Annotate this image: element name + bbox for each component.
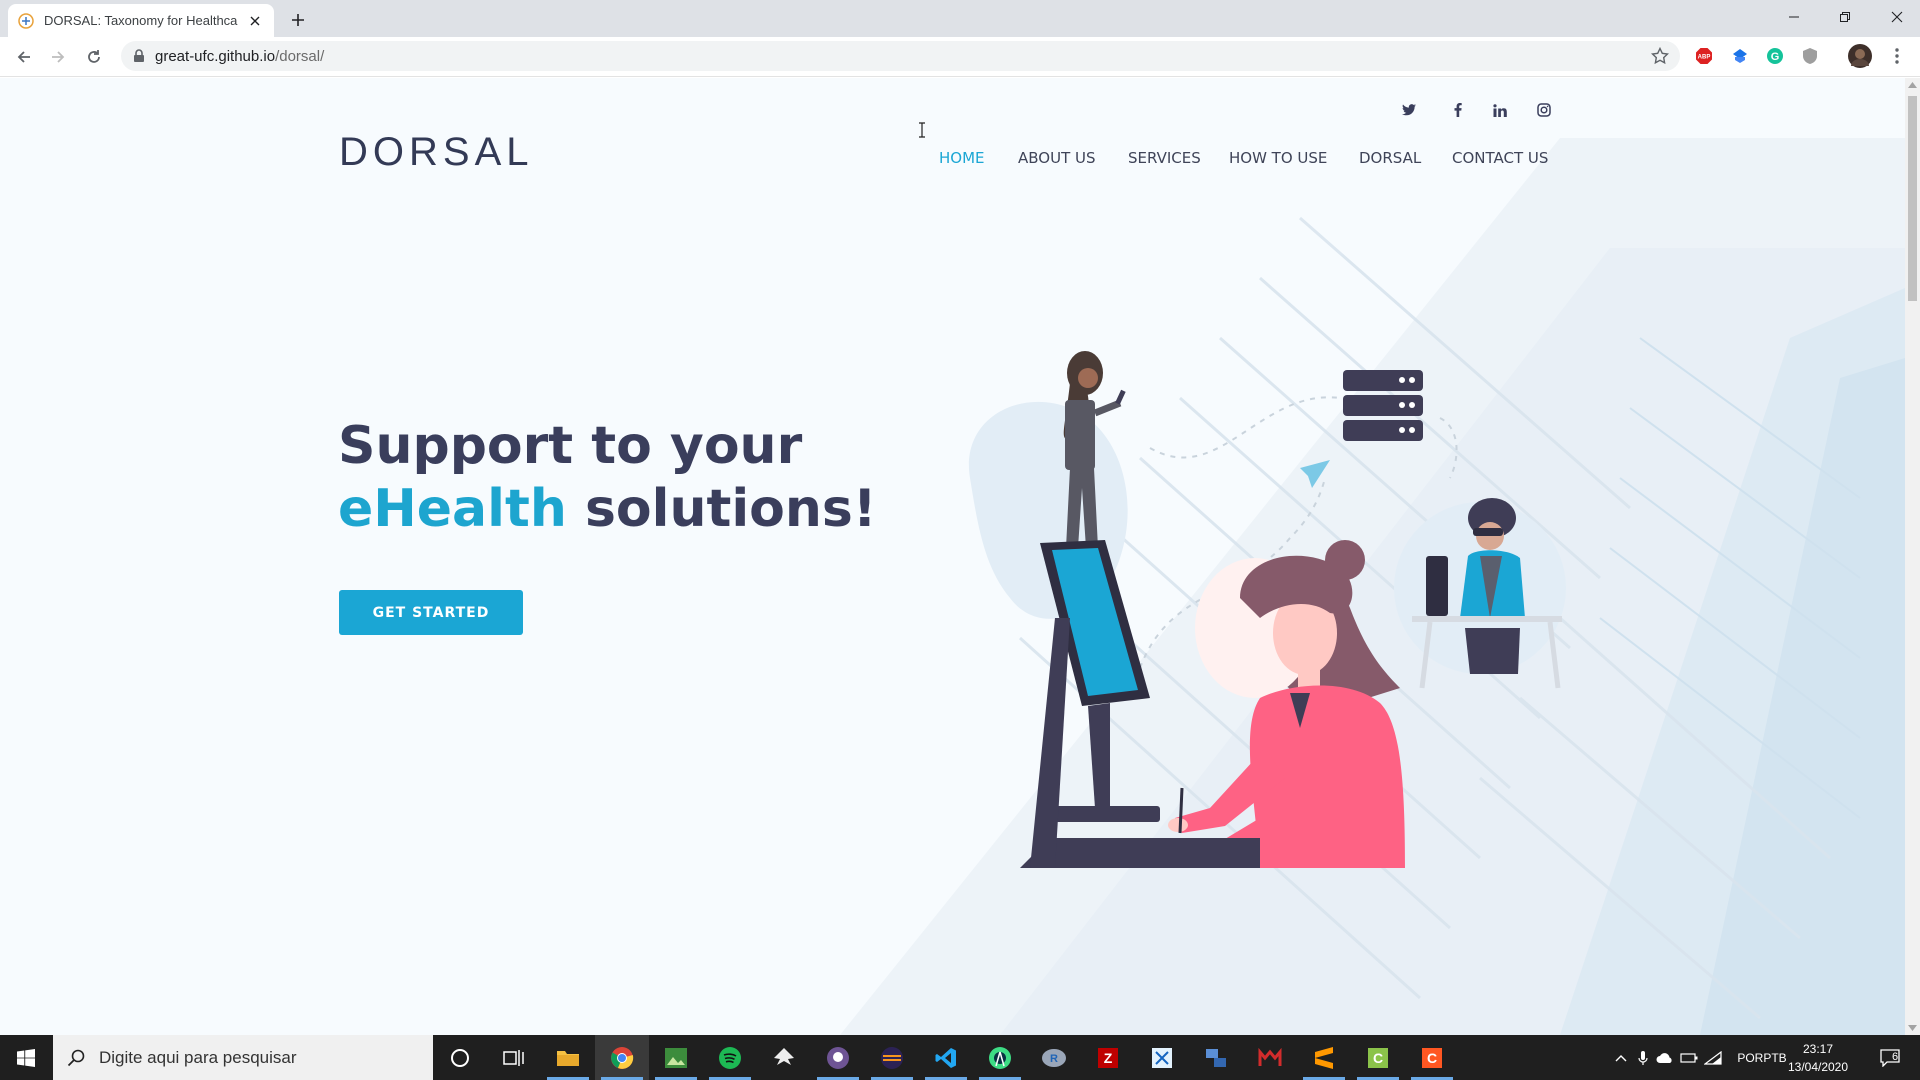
hero-accent-text: eHealth [338,479,567,539]
camtasia-orange-icon[interactable]: C [1405,1035,1459,1080]
file-explorer-icon[interactable] [541,1035,595,1080]
grammarly-icon[interactable]: G [1765,46,1785,66]
inkscape-icon[interactable] [757,1035,811,1080]
input-language-indicator[interactable]: POR PTB [1737,1035,1786,1080]
restore-button[interactable] [1822,0,1868,34]
svg-text:G: G [1771,51,1780,63]
facebook-icon[interactable] [1448,100,1468,120]
snipping-tool-icon[interactable] [1135,1035,1189,1080]
minimize-button[interactable] [1771,0,1817,34]
network-tool-icon[interactable] [1189,1035,1243,1080]
cortana-icon[interactable] [433,1035,487,1080]
nav-how-to-use[interactable]: HOW TO USE [1229,149,1327,167]
building-background-image [840,138,1905,1035]
start-button[interactable] [0,1035,52,1080]
svg-text:R: R [1050,1053,1058,1065]
shield-extension-icon[interactable] [1800,46,1820,66]
web-page: DORSAL HOME ABOUT US SERVICES HOW TO USE… [0,78,1905,1035]
notification-count: 6 [1892,1051,1899,1063]
hero-heading-rest: solutions! [566,479,877,539]
bookmark-star-icon[interactable] [1650,46,1670,66]
chrome-icon[interactable] [595,1035,649,1080]
nav-dorsal[interactable]: DORSAL [1359,149,1421,167]
tray-expand-icon[interactable] [1610,1035,1632,1080]
extension-blue-icon[interactable] [1730,46,1750,66]
browser-tab[interactable]: DORSAL: Taxonomy for Healthca [8,4,274,37]
github-desktop-icon[interactable] [811,1035,865,1080]
clock-date: 13/04/2020 [1787,1059,1849,1074]
microphone-icon[interactable] [1634,1035,1652,1080]
task-view-icon[interactable] [487,1035,541,1080]
lock-icon [133,49,145,63]
close-tab-icon[interactable] [246,12,264,30]
address-bar[interactable]: great-ufc.github.io/dorsal/ [121,41,1680,71]
search-placeholder: Digite aqui para pesquisar [99,1047,297,1067]
scroll-down-icon[interactable] [1908,1025,1917,1031]
search-icon [67,1049,85,1066]
photo-editor-icon[interactable] [649,1035,703,1080]
notification-center-icon[interactable]: 6 [1870,1035,1910,1080]
site-favicon-icon [18,12,34,29]
hero-heading-line1: Support to your [338,416,803,476]
spotify-icon[interactable] [703,1035,757,1080]
r-studio-icon[interactable]: R [1027,1035,1081,1080]
filezilla-icon[interactable]: Z [1081,1035,1135,1080]
svg-text:Z: Z [1104,1050,1113,1066]
close-window-button[interactable] [1874,0,1920,34]
svg-text:C: C [1427,1050,1437,1066]
page-scrollbar[interactable] [1905,78,1920,1035]
url-path: /dorsal/ [275,47,325,65]
back-button[interactable] [12,45,36,69]
nav-home[interactable]: HOME [939,149,985,167]
get-started-button[interactable]: GET STARTED [339,590,523,635]
clock[interactable]: 23:17 13/04/2020 [1782,1035,1854,1080]
browser-menu-icon[interactable] [1887,46,1907,66]
linkedin-icon[interactable] [1490,100,1510,120]
reload-button[interactable] [82,45,106,69]
text-cursor-icon [919,122,925,138]
nav-about-us[interactable]: ABOUT US [1018,149,1096,167]
mendeley-icon[interactable] [1243,1035,1297,1080]
svg-text:ABP: ABP [1698,55,1711,61]
scroll-thumb[interactable] [1908,96,1917,301]
adblock-icon[interactable]: ABP [1694,46,1714,66]
battery-icon[interactable] [1678,1035,1700,1080]
nav-contact-us[interactable]: CONTACT US [1452,149,1548,167]
tab-title: DORSAL: Taxonomy for Healthca [44,13,238,28]
android-studio-icon[interactable] [973,1035,1027,1080]
twitter-icon[interactable] [1399,100,1419,120]
nav-services[interactable]: SERVICES [1128,149,1201,167]
wifi-icon[interactable] [1702,1035,1724,1080]
onedrive-cloud-icon[interactable] [1654,1035,1676,1080]
browser-toolbar: great-ufc.github.io/dorsal/ ABP G [0,37,1920,77]
windows-taskbar: Digite aqui para pesquisar R Z C C POR P… [0,1035,1920,1080]
vscode-icon[interactable] [919,1035,973,1080]
clock-time: 23:17 [1802,1041,1834,1056]
new-tab-button[interactable] [286,8,310,32]
windows-logo-icon [17,1048,35,1067]
instagram-icon[interactable] [1534,100,1554,120]
tab-strip: DORSAL: Taxonomy for Healthca [0,0,1920,37]
hero-heading-line2: eHealth solutions! [338,479,877,539]
sublime-text-icon[interactable] [1297,1035,1351,1080]
language-code: POR [1737,1050,1764,1065]
profile-avatar[interactable] [1848,44,1872,68]
site-logo[interactable]: DORSAL [339,130,534,175]
eclipse-icon[interactable] [865,1035,919,1080]
hero-illustration [968,351,1566,868]
scroll-up-icon[interactable] [1908,82,1917,88]
forward-button[interactable] [46,45,70,69]
url-host: great-ufc.github.io [155,47,276,65]
taskbar-search-box[interactable]: Digite aqui para pesquisar [53,1035,433,1080]
camtasia-green-icon[interactable]: C [1351,1035,1405,1080]
svg-text:C: C [1373,1050,1383,1066]
